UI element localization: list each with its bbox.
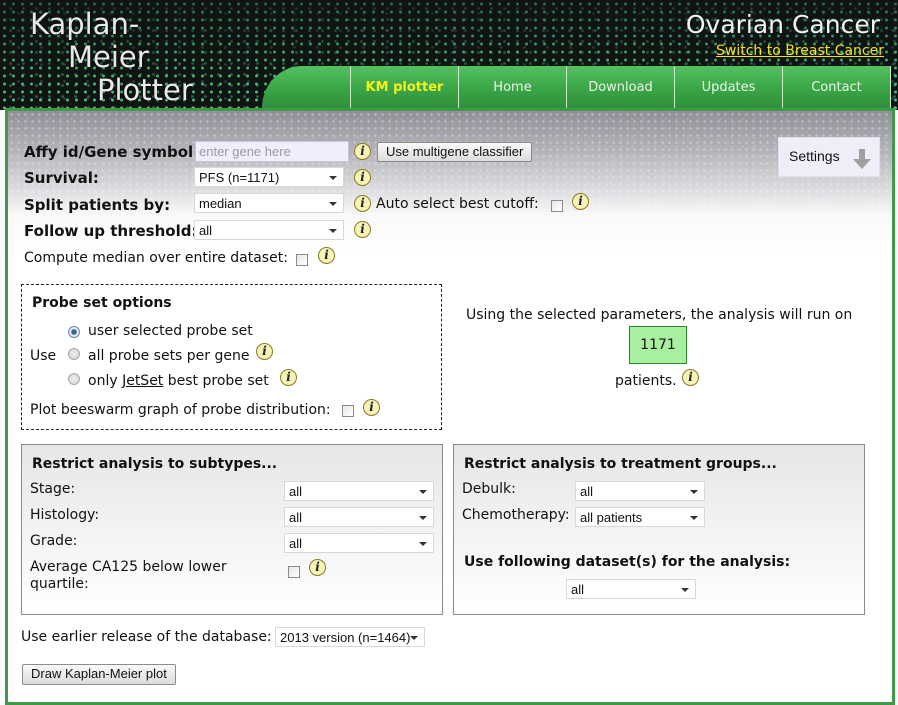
radio-user-selected-probe[interactable]: [68, 326, 80, 338]
gene-info-icon[interactable]: i: [354, 143, 371, 160]
chemotherapy-value: all patients: [580, 510, 643, 525]
dataset-value: all: [571, 582, 585, 597]
site-header: Kaplan- Meier Plotter Ovarian Cancer Swi…: [0, 0, 898, 110]
jetset-suffix: best probe set: [163, 373, 269, 389]
ca125-label-line1: Average CA125 below lower: [30, 559, 227, 575]
chevron-down-icon: [419, 542, 427, 546]
histology-label: Histology:: [30, 507, 100, 523]
probe-set-title: Probe set options: [32, 295, 172, 311]
chevron-down-icon: [329, 176, 337, 180]
site-title: Ovarian Cancer: [685, 10, 880, 39]
probe-option-all: all probe sets per gene: [88, 348, 250, 364]
compute-median-label: Compute median over entire dataset:: [24, 250, 288, 266]
chevron-down-icon: [690, 490, 698, 494]
grade-value: all: [289, 536, 303, 551]
probe-option-user-selected: user selected probe set: [88, 323, 253, 339]
follow-up-select[interactable]: all: [194, 220, 344, 240]
logo-line-2: Meier: [68, 40, 149, 74]
stage-label: Stage:: [30, 481, 76, 497]
radio-all-probe-sets[interactable]: [68, 348, 80, 360]
auto-cutoff-info-icon[interactable]: i: [572, 193, 589, 210]
stage-value: all: [289, 484, 303, 499]
nav-km-plotter[interactable]: KM plotter: [350, 66, 458, 108]
ca125-info-icon[interactable]: i: [309, 559, 326, 576]
nav-download[interactable]: Download: [566, 66, 674, 108]
chevron-down-icon: [410, 636, 418, 640]
patient-count-badge: 1171: [629, 326, 687, 364]
dataset-select[interactable]: all: [566, 579, 696, 599]
chevron-down-icon: [690, 516, 698, 520]
logo[interactable]: Kaplan- Meier Plotter: [30, 8, 193, 107]
compute-median-info-icon[interactable]: i: [318, 247, 335, 264]
survival-info-icon[interactable]: i: [354, 169, 371, 186]
ca125-checkbox[interactable]: [288, 566, 300, 578]
all-probe-sets-info-icon[interactable]: i: [256, 343, 273, 360]
arrow-down-icon: [853, 149, 871, 169]
debulk-select[interactable]: all: [575, 481, 705, 501]
main-nav: KM plotter Home Download Updates Contact: [262, 66, 892, 108]
follow-up-label: Follow up threshold:: [24, 222, 198, 240]
release-value: 2013 version (n=1464): [280, 630, 411, 645]
chevron-down-icon: [329, 229, 337, 233]
gene-input[interactable]: [195, 141, 349, 162]
probe-use-label: Use: [30, 348, 57, 364]
radio-jetset-probe[interactable]: [68, 373, 80, 385]
follow-up-info-icon[interactable]: i: [354, 221, 371, 238]
auto-cutoff-label: Auto select best cutoff:: [376, 196, 539, 212]
histology-value: all: [289, 510, 303, 525]
logo-line-1: Kaplan-: [30, 7, 140, 41]
chevron-down-icon: [419, 490, 427, 494]
release-select[interactable]: 2013 version (n=1464): [275, 627, 425, 647]
subtypes-title: Restrict analysis to subtypes...: [32, 456, 278, 472]
histology-select[interactable]: all: [284, 507, 434, 527]
multigene-classifier-button[interactable]: Use multigene classifier: [377, 142, 533, 162]
chemotherapy-select[interactable]: all patients: [575, 507, 705, 527]
jetset-link[interactable]: JetSet: [122, 373, 163, 389]
logo-line-3: Plotter: [97, 73, 193, 107]
jetset-info-icon[interactable]: i: [280, 369, 297, 386]
nav-updates[interactable]: Updates: [674, 66, 782, 108]
jetset-prefix: only: [88, 373, 123, 389]
debulk-value: all: [580, 484, 594, 499]
survival-select[interactable]: PFS (n=1171): [194, 167, 344, 187]
draw-km-plot-button[interactable]: Draw Kaplan-Meier plot: [22, 664, 176, 685]
split-label: Split patients by:: [24, 196, 171, 214]
switch-to-breast-cancer-link[interactable]: Switch to Breast Cancer: [716, 43, 884, 59]
patients-info-icon[interactable]: i: [682, 369, 699, 386]
gene-label: Affy id/Gene symbol:: [24, 143, 200, 161]
survival-value: PFS (n=1171): [199, 170, 280, 185]
ca125-label-line2: quartile:: [30, 576, 89, 592]
beeswarm-info-icon[interactable]: i: [363, 399, 380, 416]
chevron-down-icon: [419, 516, 427, 520]
beeswarm-label: Plot beeswarm graph of probe distributio…: [30, 402, 331, 418]
patients-label: patients.: [615, 373, 677, 389]
dataset-title: Use following dataset(s) for the analysi…: [464, 554, 791, 570]
nav-contact[interactable]: Contact: [782, 66, 891, 108]
chevron-down-icon: [681, 588, 689, 592]
grade-select[interactable]: all: [284, 533, 434, 553]
split-info-icon[interactable]: i: [354, 195, 371, 212]
nav-decoration: [262, 66, 354, 108]
summary-text: Using the selected parameters, the analy…: [466, 307, 853, 323]
chemotherapy-label: Chemotherapy:: [462, 507, 570, 523]
compute-median-checkbox[interactable]: [296, 254, 308, 266]
survival-label: Survival:: [24, 169, 99, 187]
release-label: Use earlier release of the database:: [21, 629, 272, 645]
probe-option-jetset: only JetSet best probe set: [88, 373, 269, 389]
stage-select[interactable]: all: [284, 481, 434, 501]
settings-label: Settings: [789, 148, 840, 164]
auto-cutoff-checkbox[interactable]: [551, 200, 563, 212]
settings-button[interactable]: Settings: [778, 137, 880, 177]
beeswarm-checkbox[interactable]: [342, 405, 354, 417]
nav-home[interactable]: Home: [458, 66, 566, 108]
follow-up-value: all: [199, 223, 213, 238]
debulk-label: Debulk:: [462, 481, 516, 497]
chevron-down-icon: [329, 202, 337, 206]
treatment-title: Restrict analysis to treatment groups...: [464, 456, 777, 472]
grade-label: Grade:: [30, 533, 78, 549]
split-value: median: [199, 196, 242, 211]
split-select[interactable]: median: [194, 193, 344, 213]
